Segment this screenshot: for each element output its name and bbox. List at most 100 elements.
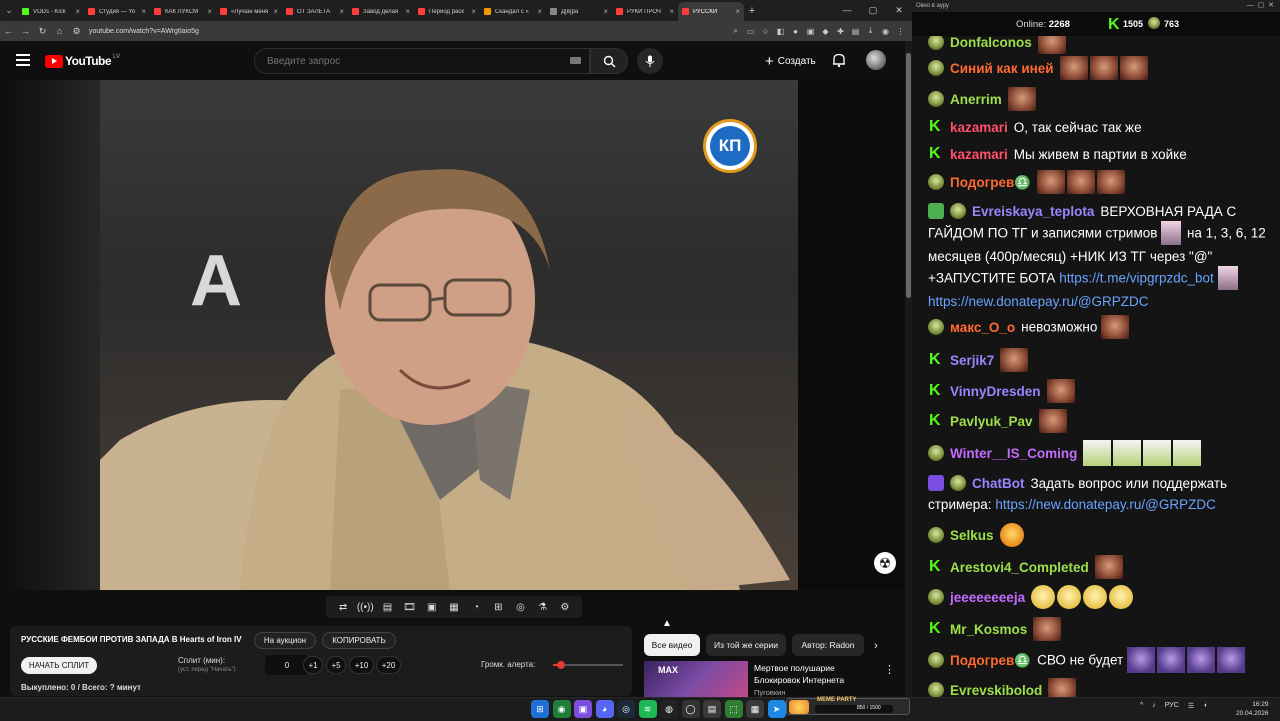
tab-close-icon[interactable]: ×	[735, 7, 740, 16]
recommendation-channel[interactable]: Пуговкин	[754, 688, 785, 697]
obs-icon[interactable]: ◍	[660, 700, 678, 718]
chat-link[interactable]: https://new.donatepay.ru/@GRPZDC	[995, 497, 1216, 512]
minimize-icon[interactable]: —	[834, 0, 860, 21]
browser-tab[interactable]: «Лучше меня ×	[216, 2, 282, 21]
start-icon[interactable]: ⊞	[531, 700, 549, 718]
chat-window-controls[interactable]: — ▢ ✕	[1247, 0, 1274, 12]
bookmark-star-icon[interactable]: ☆	[758, 27, 773, 36]
more-options-icon[interactable]: ⋮	[884, 663, 895, 676]
back-icon[interactable]: ←	[0, 26, 17, 36]
chat-username[interactable]: Подогрев♎	[950, 653, 1031, 668]
recommendation-title[interactable]: Мертвое полушарие Блокировок Интернета	[754, 662, 874, 686]
extension-icon[interactable]: ◧	[773, 27, 788, 36]
extension-icon-3[interactable]: ▣	[803, 27, 818, 36]
extension-icon-2[interactable]: ●	[788, 27, 803, 36]
telegram-icon[interactable]: ➤	[767, 700, 786, 718]
menu-icon[interactable]	[16, 54, 30, 69]
page-scrollbar[interactable]	[905, 41, 912, 697]
keyboard-icon[interactable]	[570, 57, 581, 64]
chat-username[interactable]: kazamari	[950, 120, 1008, 135]
copy-button[interactable]: КОПИРОВАТЬ	[322, 632, 396, 649]
voice-search-button[interactable]	[637, 48, 663, 74]
tab-close-icon[interactable]: ×	[669, 7, 674, 16]
notifications-button[interactable]	[832, 53, 846, 73]
browser-tab[interactable]: VODs - Kick ×	[18, 2, 84, 21]
chat-username[interactable]: kazamari	[950, 147, 1008, 162]
audio-wave-icon[interactable]: ((•))	[356, 602, 374, 613]
site-info-icon[interactable]: ⚙	[68, 26, 85, 37]
chat-username[interactable]: Evreiskaya_teplota	[972, 204, 1094, 219]
search-input[interactable]	[265, 55, 549, 68]
url-field[interactable]: youtube.com/watch?v=AWrgtIaio5g	[89, 28, 199, 35]
system-clock[interactable]: 16:29 20.04.2026	[1236, 700, 1269, 718]
app-icon-10[interactable]: ⬚	[724, 700, 743, 718]
browser-tab[interactable]: Период раск ×	[414, 2, 480, 21]
volume-icon[interactable]: ◖	[1203, 702, 1207, 710]
chat-username[interactable]: Подогрев♎	[950, 175, 1031, 190]
tab-close-icon[interactable]: ×	[603, 7, 608, 16]
chat-username[interactable]: VinnyDresden	[950, 384, 1041, 399]
settings-gear-icon[interactable]: ⚙	[556, 602, 574, 613]
tab-close-icon[interactable]: ×	[471, 7, 476, 16]
add-1-button[interactable]: +1	[303, 656, 323, 674]
chip-same-series[interactable]: Из той же серии	[706, 634, 786, 656]
loop-icon[interactable]: ⇄	[334, 602, 352, 613]
add-20-button[interactable]: +20	[376, 656, 401, 674]
browser-tab[interactable]: КАК ЛУКСМ ×	[150, 2, 216, 21]
tab-close-icon[interactable]: ×	[537, 7, 542, 16]
speed-icon[interactable]: ◔	[467, 602, 485, 613]
browser-tab[interactable]: Студия — Yo ×	[84, 2, 150, 21]
add-5-button[interactable]: +5	[326, 656, 346, 674]
start-split-button[interactable]: НАЧАТЬ СПЛИТ	[21, 657, 97, 674]
chat-username[interactable]: Donfalconos	[950, 36, 1032, 50]
cinema-icon[interactable]: ▦	[445, 602, 463, 613]
tab-close-icon[interactable]: ×	[339, 7, 344, 16]
chip-author[interactable]: Автор: Radon	[792, 634, 864, 656]
tab-close-icon[interactable]: ×	[405, 7, 410, 16]
chat-link[interactable]: https://t.me/vipgrpzdc_bot	[1059, 271, 1214, 286]
profile-icon[interactable]: ◉	[878, 27, 893, 36]
chat-username[interactable]: jeeeeeeeeja	[950, 590, 1025, 605]
search-button[interactable]	[590, 48, 628, 74]
tab-close-icon[interactable]: ×	[207, 7, 212, 16]
page-scrollbar-thumb[interactable]	[906, 53, 911, 298]
chat-username[interactable]: Evrevskibolod	[950, 683, 1042, 697]
alert-volume-knob[interactable]	[557, 661, 566, 669]
chat-username[interactable]: ChatBot	[972, 476, 1025, 491]
chat-username[interactable]: Mr_Kosmos	[950, 622, 1027, 637]
radiation-icon[interactable]: ☢	[874, 552, 896, 574]
cast-icon[interactable]: ▭	[743, 27, 758, 36]
app-icon-11[interactable]: ▦	[746, 700, 764, 718]
chat-username[interactable]: макс_О_о	[950, 320, 1015, 335]
steam-icon[interactable]: ◎	[617, 700, 635, 718]
discord-icon[interactable]: ◕	[595, 700, 614, 718]
language-indicator[interactable]: РУС	[1165, 702, 1179, 710]
zoom-icon[interactable]: ⌕	[728, 26, 743, 36]
chat-link[interactable]: https://new.donatepay.ru/@GRPZDC	[928, 294, 1149, 309]
tab-close-icon[interactable]: ×	[273, 7, 278, 16]
app-icon-8[interactable]: ◯	[681, 700, 700, 718]
browser-tab[interactable]: Завод делая ×	[348, 2, 414, 21]
chevron-right-icon[interactable]: ›	[874, 640, 878, 652]
maximize-icon[interactable]: ▢	[860, 0, 886, 21]
twitch-icon[interactable]: ▣	[574, 700, 592, 718]
extensions-puzzle-icon[interactable]: ✚	[833, 27, 848, 36]
chip-all-videos[interactable]: Все видео	[644, 634, 700, 656]
tray-chevron-icon[interactable]: ^	[1140, 702, 1143, 710]
flask-icon[interactable]: ⚗	[534, 602, 552, 613]
chat-username[interactable]: Синий как иней	[950, 61, 1054, 76]
spotify-icon[interactable]: ≋	[638, 700, 657, 718]
youtube-logo[interactable]: YouTube LV	[45, 54, 120, 68]
tab-close-icon[interactable]: ×	[75, 7, 80, 16]
network-icon[interactable]: ☰	[1188, 702, 1194, 710]
new-tab-button[interactable]: +	[744, 5, 760, 17]
chat-username[interactable]: Selkus	[950, 528, 994, 543]
forward-icon[interactable]: →	[17, 26, 34, 36]
playlist-icon[interactable]: ▤	[378, 602, 396, 613]
browser-tab[interactable]: РУКИ ПРОЧ ×	[612, 2, 678, 21]
meme-party-widget[interactable]: MEME PARTY 850 / 1500	[786, 697, 910, 715]
menu-dots-icon[interactable]: ⋮	[893, 27, 908, 36]
tab-close-icon[interactable]: ×	[141, 7, 146, 16]
browser-tab[interactable]: Д[в]ра ×	[546, 2, 612, 21]
picture-in-picture-icon[interactable]: ▣	[423, 602, 441, 613]
